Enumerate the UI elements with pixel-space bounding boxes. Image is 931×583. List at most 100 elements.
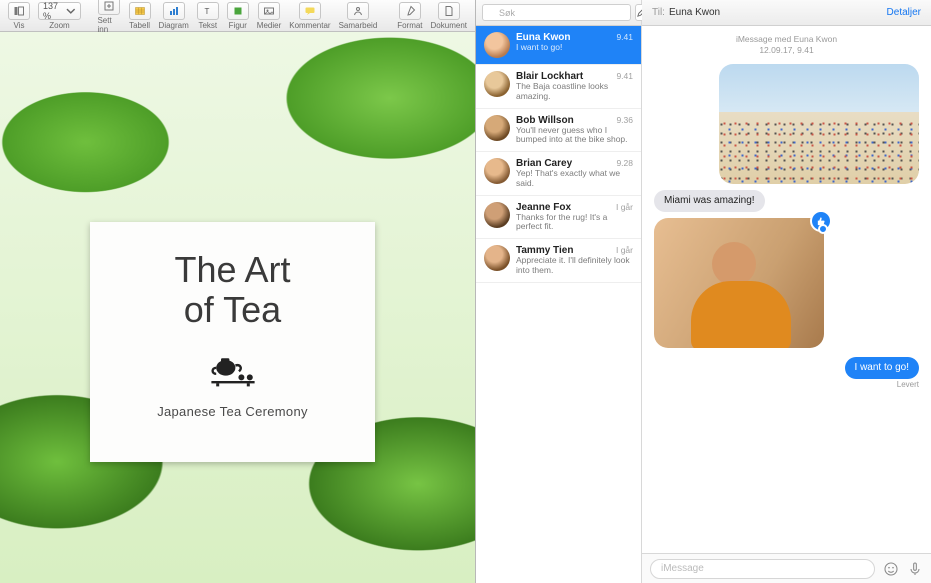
to-label: Til: bbox=[652, 7, 665, 18]
mic-icon[interactable] bbox=[907, 561, 923, 577]
zoom-label: Zoom bbox=[49, 21, 69, 30]
outgoing-text-bubble[interactable]: I want to go! bbox=[845, 357, 919, 379]
conversation-text: Euna Kwon9.41I want to go! bbox=[516, 32, 633, 58]
thumbs-up-icon bbox=[816, 216, 827, 227]
collab-icon bbox=[352, 5, 364, 17]
conversation-item[interactable]: Bob Willson9.36You'll never guess who I … bbox=[476, 109, 641, 153]
outgoing-image-row bbox=[654, 64, 919, 184]
pages-canvas[interactable]: The Art of Tea Japanese Tea Ceremony bbox=[0, 32, 475, 583]
sidebar-search-bar bbox=[476, 0, 641, 26]
search-input[interactable] bbox=[482, 4, 631, 21]
insert-icon bbox=[103, 0, 115, 12]
conversation-text: Tammy TienI gårAppreciate it. I'll defin… bbox=[516, 245, 633, 276]
chart-label: Diagram bbox=[159, 21, 189, 30]
collab-group: Samarbeid bbox=[339, 2, 378, 30]
brush-icon bbox=[404, 5, 416, 17]
search-wrap bbox=[482, 4, 631, 21]
conversation-preview: The Baja coastline looks amazing. bbox=[516, 82, 633, 102]
zoom-value: 137 % bbox=[43, 1, 63, 21]
conversation-time: I går bbox=[616, 202, 633, 212]
chevron-down-icon bbox=[66, 5, 76, 17]
conversation-list[interactable]: Euna Kwon9.41I want to go! Blair Lockhart… bbox=[476, 26, 641, 583]
conversation-item[interactable]: Brian Carey9.28Yep! That's exactly what … bbox=[476, 152, 641, 196]
conversation-item[interactable]: Blair Lockhart9.41The Baja coastline loo… bbox=[476, 65, 641, 109]
title-line2: of Tea bbox=[184, 289, 281, 330]
document-icon bbox=[443, 5, 455, 17]
card-subtitle: Japanese Tea Ceremony bbox=[114, 404, 351, 419]
emoji-icon[interactable] bbox=[883, 561, 899, 577]
comment-icon bbox=[304, 5, 316, 17]
thread-meta-line2: 12.09.17, 9.41 bbox=[759, 45, 813, 55]
chart-button[interactable] bbox=[163, 2, 185, 20]
insert-button[interactable] bbox=[98, 0, 120, 15]
compose-bar bbox=[642, 553, 931, 583]
media-button[interactable] bbox=[258, 2, 280, 20]
collab-button[interactable] bbox=[347, 2, 369, 20]
conversation-preview: Thanks for the rug! It's a perfect fit. bbox=[516, 213, 633, 233]
conversation-name: Tammy Tien bbox=[516, 245, 573, 256]
view-label: Vis bbox=[14, 21, 25, 30]
conversation-time: 9.41 bbox=[616, 71, 633, 81]
recipient-name[interactable]: Euna Kwon bbox=[669, 7, 720, 18]
conversation-time: 9.41 bbox=[616, 32, 633, 42]
comment-button[interactable] bbox=[299, 2, 321, 20]
collab-label: Samarbeid bbox=[339, 21, 378, 30]
thread-meta-line1: iMessage med Euna Kwon bbox=[736, 34, 837, 44]
conversation-item[interactable]: Jeanne Fox I gårThanks for the rug! It's … bbox=[476, 196, 641, 240]
conversation-preview: Yep! That's exactly what we said. bbox=[516, 169, 633, 189]
view-group: Vis bbox=[8, 2, 30, 30]
portrait-image[interactable] bbox=[654, 218, 824, 348]
table-group: Tabell bbox=[129, 2, 151, 30]
pages-toolbar: Vis 137 % Zoom Sett inn Tabell Diagram T… bbox=[0, 0, 475, 32]
shape-button[interactable] bbox=[227, 2, 249, 20]
thread-meta: iMessage med Euna Kwon 12.09.17, 9.41 bbox=[654, 34, 919, 55]
conversation-name: Jeanne Fox bbox=[516, 202, 571, 213]
comment-group: Kommentar bbox=[289, 2, 330, 30]
conversation-item[interactable]: Euna Kwon9.41I want to go! bbox=[476, 26, 641, 65]
details-link[interactable]: Detaljer bbox=[887, 7, 921, 18]
pages-app: Vis 137 % Zoom Sett inn Tabell Diagram T… bbox=[0, 0, 476, 583]
message-thread[interactable]: iMessage med Euna Kwon 12.09.17, 9.41 Mi… bbox=[642, 26, 931, 553]
document-label: Dokument bbox=[431, 21, 467, 30]
view-button[interactable] bbox=[8, 2, 30, 20]
table-button[interactable] bbox=[129, 2, 151, 20]
conversation-text: Jeanne Fox I gårThanks for the rug! It's … bbox=[516, 202, 633, 233]
document-group: Dokument bbox=[431, 2, 467, 30]
title-card[interactable]: The Art of Tea Japanese Tea Ceremony bbox=[90, 222, 375, 462]
text-group: T Tekst bbox=[197, 2, 219, 30]
title-line1: The Art bbox=[174, 249, 290, 290]
conversation-item[interactable]: Tammy TienI gårAppreciate it. I'll defin… bbox=[476, 239, 641, 283]
avatar bbox=[484, 71, 510, 97]
conversation-time: 9.36 bbox=[616, 115, 633, 125]
shape-group: Figur bbox=[227, 2, 249, 30]
media-group: Medier bbox=[257, 2, 281, 30]
conversation-name: Brian Carey bbox=[516, 158, 572, 169]
messages-main: Til: Euna Kwon Detaljer iMessage med Eun… bbox=[642, 0, 931, 583]
messages-sidebar: Euna Kwon9.41I want to go! Blair Lockhart… bbox=[476, 0, 642, 583]
beach-image[interactable] bbox=[719, 64, 919, 184]
incoming-text-bubble[interactable]: Miami was amazing! bbox=[654, 190, 765, 212]
outgoing-text-row: I want to go! Levert bbox=[654, 357, 919, 389]
conversation-text: Bob Willson9.36You'll never guess who I … bbox=[516, 115, 633, 146]
text-button[interactable]: T bbox=[197, 2, 219, 20]
compose-input[interactable] bbox=[650, 559, 875, 579]
incoming-image-row bbox=[654, 218, 919, 348]
conversation-text: Brian Carey9.28Yep! That's exactly what … bbox=[516, 158, 633, 189]
format-button[interactable] bbox=[399, 2, 421, 20]
delivery-status: Levert bbox=[897, 380, 919, 389]
shape-label: Figur bbox=[229, 21, 247, 30]
conversation-text: Blair Lockhart9.41The Baja coastline loo… bbox=[516, 71, 633, 102]
format-label: Format bbox=[397, 21, 422, 30]
table-icon bbox=[134, 5, 146, 17]
messages-app: Euna Kwon9.41I want to go!Blair Lockhart… bbox=[476, 0, 931, 583]
conversation-preview: I want to go! bbox=[516, 43, 633, 53]
text-icon: T bbox=[202, 5, 214, 17]
chart-group: Diagram bbox=[159, 2, 189, 30]
teapot-icon bbox=[203, 349, 263, 389]
zoom-dropdown[interactable]: 137 % bbox=[38, 2, 81, 20]
thumbs-up-tapback[interactable] bbox=[810, 210, 832, 232]
avatar bbox=[484, 245, 510, 271]
document-button[interactable] bbox=[438, 2, 460, 20]
view-icon bbox=[13, 5, 25, 17]
avatar bbox=[484, 158, 510, 184]
